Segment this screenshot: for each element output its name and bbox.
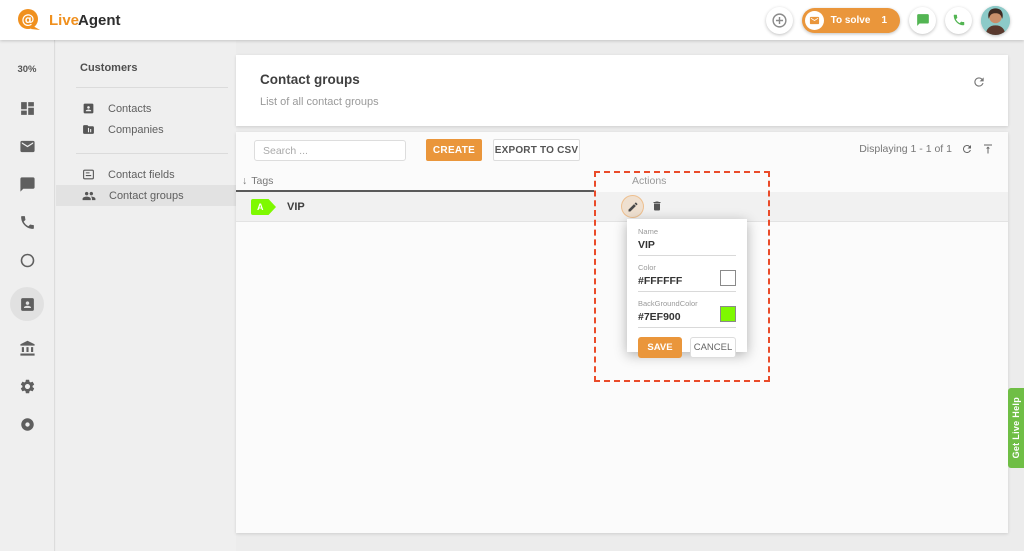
column-header-tags[interactable]: ↓ Tags <box>242 175 273 187</box>
color-swatch[interactable] <box>720 270 736 286</box>
sidebar-title: Customers <box>56 62 236 74</box>
rail-item-tickets[interactable] <box>10 135 44 157</box>
sidebar-item-companies[interactable]: Companies <box>56 119 236 140</box>
sidebar-item-label: Contacts <box>108 103 151 115</box>
phone-icon <box>952 13 966 27</box>
trash-icon <box>651 200 663 212</box>
sidebar-item-contacts[interactable]: Contacts <box>56 98 236 119</box>
rail-item-dashboard[interactable] <box>10 97 44 119</box>
plus-circle-icon <box>771 12 788 29</box>
contact-card-icon <box>19 296 36 313</box>
bank-icon <box>19 340 36 357</box>
rail-item-settings[interactable] <box>10 375 44 397</box>
group-icon <box>82 189 96 203</box>
sidebar-item-label: Contact groups <box>109 190 184 202</box>
page-title: Contact groups <box>260 72 988 87</box>
color-field[interactable]: #FFFFFF <box>638 275 682 287</box>
tag-name: VIP <box>287 201 305 213</box>
displaying-count: Displaying 1 - 1 of 1 <box>859 143 952 155</box>
rail-item-social[interactable] <box>10 249 44 271</box>
companies-icon <box>82 123 95 136</box>
customers-sidebar: Customers Contacts Companies Contact fie… <box>56 40 236 551</box>
logo-bubble-icon: @ <box>16 8 42 32</box>
ring-icon <box>19 252 36 269</box>
usage-percent: 30% <box>17 64 36 75</box>
phone-icon <box>19 214 36 231</box>
refresh-button[interactable] <box>972 75 986 89</box>
save-button[interactable]: SAVE <box>638 337 682 358</box>
logo-text-agent: Agent <box>78 12 121 29</box>
gear-icon <box>19 378 36 395</box>
chat-bubble-icon <box>916 13 930 27</box>
divider <box>76 87 228 88</box>
fields-icon <box>82 168 95 181</box>
sort-arrow-icon: ↓ <box>242 175 247 187</box>
svg-text:@: @ <box>22 13 35 28</box>
contact-card-icon <box>82 102 95 115</box>
page-subtitle: List of all contact groups <box>260 96 988 108</box>
export-to-csv-button[interactable]: EXPORT TO CSV <box>493 139 580 161</box>
background-color-field[interactable]: #7EF900 <box>638 311 681 323</box>
rail-item-academy[interactable] <box>10 337 44 359</box>
name-label: Name <box>638 227 736 236</box>
icon-rail: 30% <box>0 40 55 551</box>
scroll-top-icon[interactable] <box>982 143 994 155</box>
cancel-button[interactable]: CANCEL <box>690 337 736 358</box>
to-solve-count: 1 <box>881 15 887 26</box>
tag-badge: A <box>251 199 276 215</box>
get-live-help-button[interactable]: Get Live Help <box>1008 388 1024 468</box>
envelope-icon <box>805 11 824 30</box>
background-color-swatch[interactable] <box>720 306 736 322</box>
column-header-actions: Actions <box>632 175 666 187</box>
pencil-icon <box>627 201 639 213</box>
target-icon <box>20 417 35 432</box>
user-avatar[interactable] <box>981 6 1010 35</box>
top-bar: @ LiveAgent To solve 1 <box>0 0 1024 40</box>
chats-button[interactable] <box>909 7 936 34</box>
refresh-button[interactable] <box>961 143 973 155</box>
to-solve-label: To solve <box>831 15 871 26</box>
rail-item-calls[interactable] <box>10 211 44 233</box>
chat-icon <box>19 176 36 193</box>
name-field[interactable]: VIP <box>638 239 736 251</box>
logo-text-live: Live <box>49 12 79 29</box>
liveagent-logo[interactable]: @ LiveAgent <box>16 8 121 32</box>
page-header-card: Contact groups List of all contact group… <box>236 55 1008 126</box>
table-row[interactable]: A VIP <box>236 192 1008 222</box>
calls-button[interactable] <box>945 7 972 34</box>
create-button[interactable]: CREATE <box>426 139 482 161</box>
mail-icon <box>19 138 36 155</box>
search-input[interactable] <box>254 140 406 161</box>
rail-item-chats[interactable] <box>10 173 44 195</box>
sidebar-item-contact-fields[interactable]: Contact fields <box>56 164 236 185</box>
sidebar-item-label: Companies <box>108 124 164 136</box>
edit-tag-popup: Name VIP Color #FFFFFF BackGroundColor #… <box>627 219 747 352</box>
delete-button[interactable] <box>651 200 663 212</box>
contact-groups-card: CREATE EXPORT TO CSV Displaying 1 - 1 of… <box>236 132 1008 533</box>
dashboard-icon <box>19 100 36 117</box>
to-solve-button[interactable]: To solve 1 <box>802 8 900 33</box>
rail-item-customers[interactable] <box>10 287 44 321</box>
sidebar-item-contact-groups[interactable]: Contact groups <box>56 185 236 206</box>
get-live-help-label: Get Live Help <box>1011 397 1021 458</box>
sidebar-item-label: Contact fields <box>108 169 175 181</box>
edit-button[interactable] <box>621 195 644 218</box>
divider <box>76 153 228 154</box>
rail-item-more[interactable] <box>10 413 44 435</box>
add-button[interactable] <box>766 7 793 34</box>
